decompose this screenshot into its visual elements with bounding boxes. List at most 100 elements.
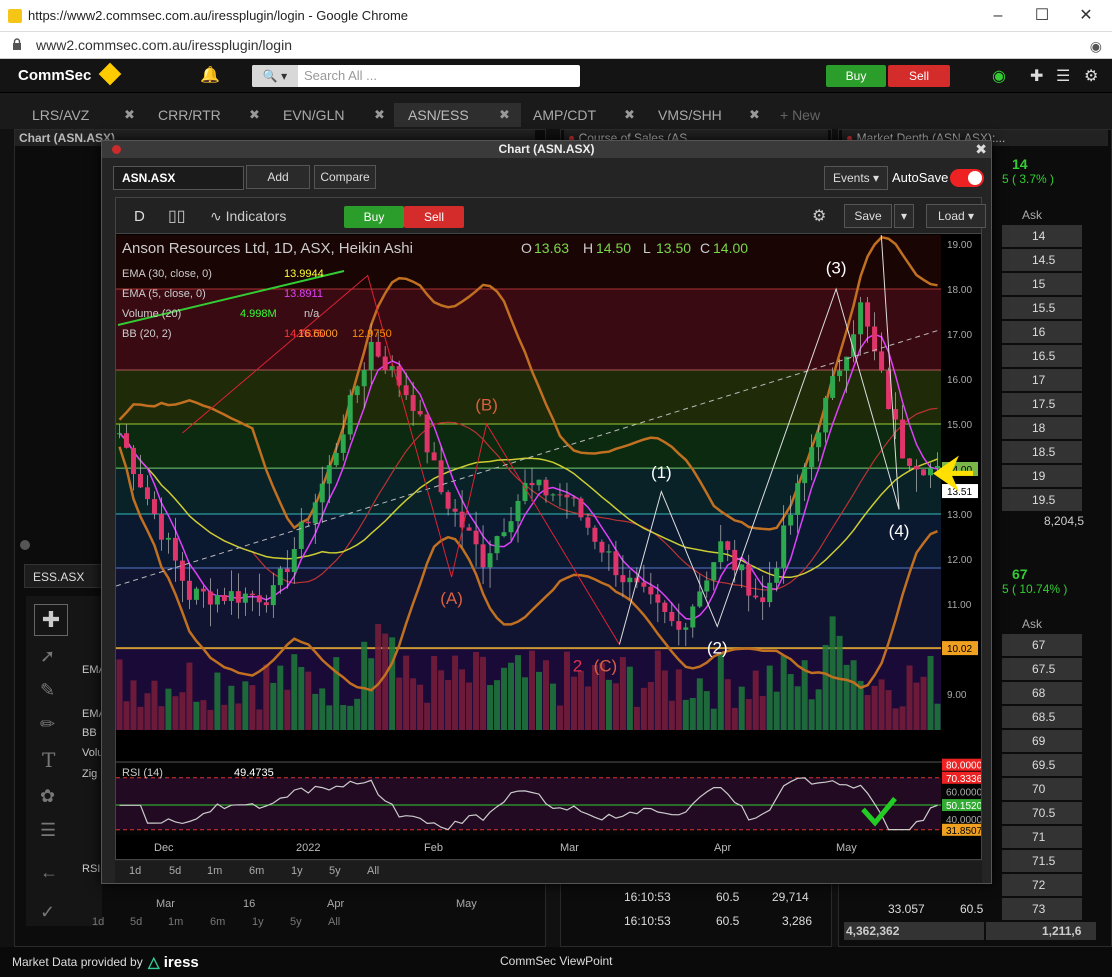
symbol-input[interactable]: ASN.ASX [113, 166, 244, 190]
topbar-buy-button[interactable]: Buy [826, 65, 886, 87]
add-button[interactable]: Add [246, 165, 310, 189]
depth-ask-row[interactable]: 71.5 [1002, 850, 1082, 872]
indicators-button[interactable]: ∿ Indicators [210, 208, 286, 225]
depth-ask-row[interactable]: 73 [1002, 898, 1082, 920]
tab-crr-rtr[interactable]: CRR/RTR [144, 103, 251, 127]
chart-area[interactable]: D ▯▯ ∿ Indicators Buy Sell ⚙ Save ▾ Load… [115, 197, 986, 860]
close-chart-window-icon[interactable]: ✖ [975, 141, 987, 158]
minimize-icon[interactable]: – [980, 4, 1016, 28]
save-dropdown-icon[interactable]: ▾ [894, 204, 914, 228]
depth-ask-row[interactable]: 19 [1002, 465, 1082, 487]
depth-ask-row[interactable]: 17 [1002, 369, 1082, 391]
range-5y[interactable]: 5y [329, 865, 341, 877]
bg-range-1m[interactable]: 1m [168, 916, 183, 928]
depth-ask-row[interactable]: 16.5 [1002, 345, 1082, 367]
bg-range-5d[interactable]: 5d [130, 916, 142, 928]
depth-ask-row[interactable]: 68.5 [1002, 706, 1082, 728]
depth-ask-row[interactable]: 67.5 [1002, 658, 1082, 680]
volume-bar [235, 703, 242, 730]
close-tab-icon[interactable]: ✖ [749, 107, 760, 123]
bg-range-5y[interactable]: 5y [290, 916, 302, 928]
bg-range-6m[interactable]: 6m [210, 916, 225, 928]
address-bar[interactable]: www2.commsec.com.au/iressplugin/login ◉ [0, 32, 1112, 59]
close-tab-icon[interactable]: ✖ [624, 107, 635, 123]
text-tool-icon[interactable]: T [42, 748, 55, 772]
depth-ask-row[interactable]: 69.5 [1002, 754, 1082, 776]
range-5d[interactable]: 5d [169, 865, 181, 877]
depth-ask-row[interactable]: 14.5 [1002, 249, 1082, 271]
bg-range-1y[interactable]: 1y [252, 916, 264, 928]
depth-ask-row[interactable]: 70 [1002, 778, 1082, 800]
depth-ask-row[interactable]: 69 [1002, 730, 1082, 752]
chart-window-title[interactable]: Chart (ASN.ASX) [102, 141, 991, 158]
search-input[interactable]: Search All ... [304, 68, 377, 83]
add-icon[interactable]: ✚ [1030, 66, 1043, 86]
depth-ask-row[interactable]: 16 [1002, 321, 1082, 343]
trendline-tool-icon[interactable]: ➚ [40, 646, 55, 667]
range-all[interactable]: All [367, 865, 379, 877]
volume-bar [605, 679, 612, 730]
fib-tool-icon[interactable]: ✎ [40, 680, 55, 701]
search-box[interactable]: 🔍 ▾ Search All ... [252, 65, 580, 87]
lightbulb-icon[interactable]: ◉ [992, 66, 1006, 86]
chart-sell-button[interactable]: Sell [404, 206, 464, 228]
depth-ask-row[interactable]: 15.5 [1002, 297, 1082, 319]
candle-body [809, 447, 815, 468]
pattern-tool-icon[interactable]: ✿ [40, 786, 55, 807]
depth-ask-row[interactable]: 14 [1002, 225, 1082, 247]
autosave-toggle[interactable] [950, 169, 984, 187]
chart-buy-button[interactable]: Buy [344, 206, 404, 228]
close-tab-icon[interactable]: ✖ [374, 107, 385, 123]
bg-range-all[interactable]: All [328, 916, 340, 928]
depth-ask-row[interactable]: 18 [1002, 417, 1082, 439]
range-1y[interactable]: 1y [291, 865, 303, 877]
check-tool-icon[interactable]: ✓ [40, 902, 55, 923]
volume-bar [752, 670, 759, 730]
tab-vms-shh[interactable]: VMS/SHH [644, 103, 751, 127]
depth-ask-row[interactable]: 17.5 [1002, 393, 1082, 415]
ess-symbol-field[interactable]: ESS.ASX [24, 564, 104, 588]
depth-ask-header: Ask [1022, 208, 1043, 222]
chart-settings-icon[interactable]: ⚙ [812, 206, 826, 226]
period-button[interactable]: D [134, 208, 145, 225]
depth-ask-row[interactable]: 70.5 [1002, 802, 1082, 824]
price-chart-svg[interactable]: 19.0018.0017.0016.0015.0014.0013.5113.00… [116, 235, 981, 860]
depth-ask-row[interactable]: 72 [1002, 874, 1082, 896]
brush-tool-icon[interactable]: ✏ [40, 714, 55, 735]
menu-icon[interactable]: ☰ [1056, 66, 1070, 86]
depth-ask-row[interactable]: 15 [1002, 273, 1082, 295]
eye-icon[interactable]: ◉ [1090, 38, 1102, 55]
back-arrow-icon[interactable]: ← [40, 862, 58, 883]
range-1d[interactable]: 1d [129, 865, 141, 877]
tab-amp-cdt[interactable]: AMP/CDT [519, 103, 626, 127]
search-dropdown-button[interactable]: 🔍 ▾ [252, 65, 298, 87]
new-tab-button[interactable]: + New [766, 103, 846, 127]
compare-button[interactable]: Compare [314, 165, 376, 189]
depth-ask-row[interactable]: 18.5 [1002, 441, 1082, 463]
tab-lrs-avz[interactable]: LRS/AVZ [18, 103, 125, 127]
url-text[interactable]: www2.commsec.com.au/iressplugin/login [36, 37, 292, 53]
chart-window[interactable]: Chart (ASN.ASX) ✖ ASN.ASX Add Compare Ev… [101, 140, 992, 884]
close-tab-icon[interactable]: ✖ [499, 107, 510, 123]
close-tab-icon[interactable]: ✖ [249, 107, 260, 123]
range-6m[interactable]: 6m [249, 865, 264, 877]
load-dropdown[interactable]: Load ▾ [926, 204, 986, 228]
topbar-sell-button[interactable]: Sell [888, 65, 950, 87]
bg-range-1d[interactable]: 1d [92, 916, 104, 928]
bell-icon[interactable]: 🔔 [200, 65, 220, 85]
depth-ask-row[interactable]: 19.5 [1002, 489, 1082, 511]
range-1m[interactable]: 1m [207, 865, 222, 877]
depth-ask-row[interactable]: 67 [1002, 634, 1082, 656]
measure-tool-icon[interactable]: ☰ [40, 820, 56, 841]
depth-ask-row[interactable]: 71 [1002, 826, 1082, 848]
maximize-icon[interactable]: ☐ [1024, 4, 1060, 28]
save-button[interactable]: Save [844, 204, 892, 228]
candle-type-icon[interactable]: ▯▯ [168, 206, 186, 226]
depth-ask-row[interactable]: 68 [1002, 682, 1082, 704]
crosshair-tool-icon[interactable]: ✚ [34, 604, 68, 636]
settings-icon[interactable]: ⚙ [1084, 66, 1098, 86]
close-window-icon[interactable]: ✕ [1068, 4, 1104, 28]
close-tab-icon[interactable]: ✖ [124, 107, 135, 123]
tab-evn-gln[interactable]: EVN/GLN [269, 103, 376, 127]
events-dropdown[interactable]: Events ▾ [824, 166, 888, 190]
